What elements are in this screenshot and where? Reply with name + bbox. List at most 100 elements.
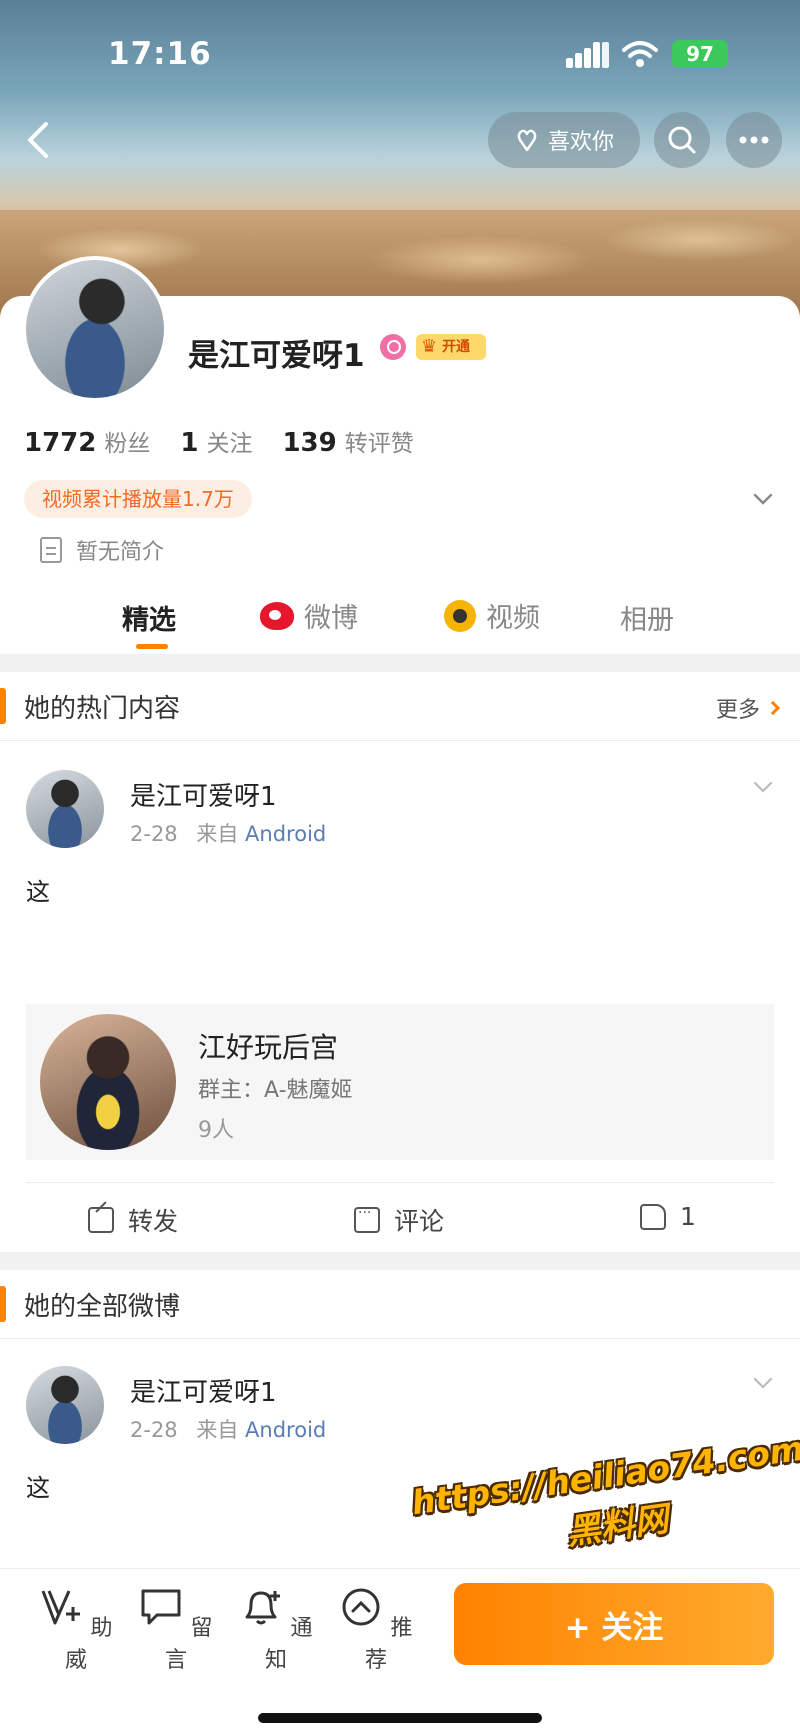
stat-value: 1772 <box>24 428 97 458</box>
status-time: 17:16 <box>108 36 212 72</box>
tab-featured[interactable]: 精选 <box>122 598 176 637</box>
post-text: 这 <box>26 1474 50 1502</box>
stat-following[interactable]: 1 关注 <box>180 424 252 458</box>
comment-label: 评论 <box>394 1207 445 1236</box>
post-author-avatar[interactable] <box>26 1366 104 1444</box>
section-gap <box>0 1252 800 1270</box>
signal-icon <box>566 42 610 68</box>
post-date: 2-28 <box>130 822 178 846</box>
hot-content-header: 她的热门内容 更多 <box>0 674 800 738</box>
divider <box>0 740 800 741</box>
more-button[interactable] <box>726 112 782 168</box>
video-icon <box>444 599 476 632</box>
hand-heart-icon <box>517 129 537 152</box>
comment-button[interactable]: 评论 <box>354 1202 444 1238</box>
recommend-button[interactable]: 推荐 <box>336 1587 416 1674</box>
chevron-up-circle-icon <box>342 1588 380 1626</box>
bio-text: 暂无简介 <box>76 540 165 565</box>
more-icon <box>739 136 769 144</box>
notify-button[interactable]: 通知 <box>236 1587 316 1674</box>
video-play-count-tag[interactable]: 视频累计播放量1.7万 <box>24 480 252 518</box>
profile-stats: 1772 粉丝 1 关注 139 转评赞 <box>24 424 444 458</box>
tab-weibo[interactable]: 微博 <box>260 596 358 635</box>
chevron-down-icon[interactable] <box>752 1372 774 1394</box>
chevron-down-icon[interactable] <box>752 776 774 798</box>
section-title: 她的热门内容 <box>24 693 181 724</box>
chevron-right-icon <box>765 700 781 716</box>
cheer-button[interactable]: 助威 <box>36 1587 116 1674</box>
group-owner: 群主：A-魅魔姬 <box>198 1078 353 1103</box>
stat-label: 粉丝 <box>104 431 151 457</box>
repost-label: 转发 <box>128 1207 179 1236</box>
tab-label: 精选 <box>122 605 176 636</box>
like-count: 1 <box>680 1202 696 1231</box>
follow-button[interactable]: + 关注 <box>454 1583 774 1665</box>
active-tab-indicator <box>136 644 168 649</box>
chevron-down-icon[interactable] <box>752 488 774 510</box>
more-label: 更多 <box>715 698 760 723</box>
back-button[interactable] <box>20 118 60 162</box>
verified-badge-icon[interactable] <box>380 334 406 360</box>
tab-label: 微博 <box>304 603 358 634</box>
stat-value: 139 <box>282 428 337 458</box>
status-bar: 17:16 97 <box>0 36 800 76</box>
document-icon <box>40 537 62 563</box>
post-text: 这 <box>26 878 50 906</box>
like-you-button[interactable]: 喜欢你 <box>488 112 640 168</box>
more-link[interactable]: 更多 <box>715 692 781 724</box>
post-author-name[interactable]: 是江可爱呀1 <box>130 1372 277 1409</box>
watermark-name: 黑料网 <box>564 1499 671 1553</box>
post-author-avatar[interactable] <box>26 770 104 848</box>
message-icon <box>141 1589 181 1625</box>
search-icon <box>668 126 696 154</box>
home-indicator <box>258 1713 542 1723</box>
post-from: 来自 <box>196 1418 239 1442</box>
group-member-count: 9人 <box>198 1118 234 1143</box>
group-name: 江好玩后宫 <box>198 1031 339 1064</box>
comment-icon <box>354 1205 380 1233</box>
cheer-v-icon <box>42 1590 81 1625</box>
stat-value: 1 <box>180 428 199 458</box>
tab-album[interactable]: 相册 <box>620 598 674 637</box>
group-card[interactable]: 江好玩后宫 群主：A-魅魔姬 9人 <box>26 1004 774 1160</box>
search-button[interactable] <box>654 112 710 168</box>
post-meta: 2-28 来自 Android <box>130 818 326 848</box>
battery-indicator: 97 <box>672 40 728 68</box>
stat-interactions[interactable]: 139 转评赞 <box>282 424 413 458</box>
post-source[interactable]: Android <box>245 1418 326 1442</box>
profile-name: 是江可爱呀1 <box>188 338 365 374</box>
stat-label: 转评赞 <box>344 431 414 457</box>
stat-label: 关注 <box>206 431 253 457</box>
section-accent-bar <box>0 688 6 724</box>
stat-fans[interactable]: 1772 粉丝 <box>24 424 150 458</box>
weibo-icon <box>260 601 294 630</box>
wifi-icon <box>622 41 658 67</box>
all-posts-header: 她的全部微博 <box>0 1272 800 1336</box>
like-button[interactable]: 1 <box>640 1202 696 1231</box>
tab-video[interactable]: 视频 <box>444 596 540 635</box>
repost-button[interactable]: 转发 <box>88 1202 178 1238</box>
bottom-action-bar: 助威 留言 通知 推荐 + 关注 <box>0 1568 800 1736</box>
post-source[interactable]: Android <box>245 822 326 846</box>
post-date: 2-28 <box>130 1418 178 1442</box>
divider <box>0 1338 800 1339</box>
repost-icon <box>88 1207 114 1233</box>
section-accent-bar <box>0 1286 6 1322</box>
bell-plus-icon <box>245 1591 281 1625</box>
message-button[interactable]: 留言 <box>136 1587 216 1674</box>
post-author-name[interactable]: 是江可爱呀1 <box>130 776 277 813</box>
section-gap <box>0 654 800 672</box>
post-from: 来自 <box>196 822 239 846</box>
tab-label: 视频 <box>486 603 540 634</box>
vip-open-badge[interactable]: 开通 <box>416 334 486 360</box>
profile-avatar[interactable] <box>22 256 168 402</box>
post-actions: 转发 评论 1 <box>0 1180 800 1254</box>
section-title: 她的全部微博 <box>24 1291 181 1322</box>
thumbs-up-icon <box>640 1203 666 1230</box>
post-meta: 2-28 来自 Android <box>130 1414 326 1444</box>
profile-bio: 暂无简介 <box>40 534 164 566</box>
group-avatar <box>40 1014 176 1150</box>
tab-label: 相册 <box>620 605 674 636</box>
like-you-label: 喜欢你 <box>547 130 614 155</box>
profile-tabs: 精选 微博 视频 相册 <box>0 588 800 649</box>
